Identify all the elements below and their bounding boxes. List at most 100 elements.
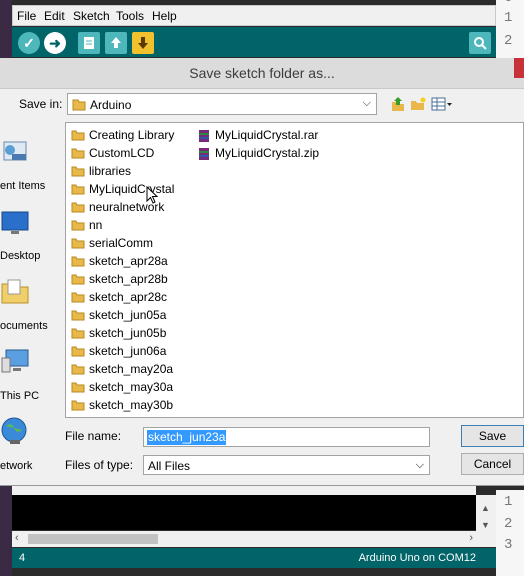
place-desktop[interactable]: Desktop bbox=[0, 206, 62, 272]
new-folder-button[interactable] bbox=[409, 95, 427, 113]
save-in-value: Arduino bbox=[90, 98, 132, 112]
scroll-down-icon[interactable]: ▼ bbox=[481, 520, 490, 530]
arrow-right-icon: ➜ bbox=[49, 34, 61, 51]
view-menu-button[interactable] bbox=[429, 95, 455, 113]
folder-name: MyLiquidCrystal bbox=[89, 182, 175, 196]
console-horizontal-scrollbar[interactable]: ‹ › bbox=[12, 531, 476, 547]
folder-item[interactable]: sketch_jun06a bbox=[66, 342, 186, 360]
place-label: Desktop bbox=[0, 250, 41, 262]
page-icon bbox=[84, 37, 94, 49]
place-recent-items[interactable]: ent Items bbox=[0, 136, 62, 202]
folder-item[interactable]: sketch_may30a bbox=[66, 378, 186, 396]
folder-item[interactable]: sketch_jun05b bbox=[66, 324, 186, 342]
place-label: ocuments bbox=[0, 320, 48, 332]
serial-monitor-button[interactable] bbox=[469, 32, 491, 54]
line-number: 1 bbox=[504, 494, 513, 510]
folder-icon bbox=[71, 400, 85, 411]
folder-item[interactable]: sketch_may20a bbox=[66, 360, 186, 378]
menu-help[interactable]: Help bbox=[152, 9, 177, 23]
folder-name: sketch_may30a bbox=[89, 380, 174, 394]
place-label: This PC bbox=[0, 390, 40, 402]
scroll-up-icon[interactable]: ▲ bbox=[481, 503, 490, 513]
new-sketch-button[interactable] bbox=[78, 32, 100, 54]
folder-name: sketch_jun06a bbox=[89, 344, 167, 358]
menu-sketch[interactable]: Sketch bbox=[73, 9, 110, 23]
verify-button[interactable]: ✓ bbox=[18, 32, 40, 54]
folder-item[interactable]: sketch_may30b bbox=[66, 396, 186, 414]
scroll-right-icon[interactable]: › bbox=[469, 532, 473, 544]
folder-icon bbox=[71, 274, 85, 285]
folder-item[interactable]: libraries bbox=[66, 162, 186, 180]
place-documents[interactable]: ocuments bbox=[0, 276, 62, 342]
folder-item[interactable]: sketch_apr28c bbox=[66, 288, 186, 306]
recent-items-icon bbox=[3, 141, 27, 161]
folder-icon bbox=[72, 99, 86, 111]
save-in-label: Save in: bbox=[19, 97, 63, 111]
file-name-value: sketch_jun23a bbox=[147, 430, 227, 445]
archive-file-item[interactable]: MyLiquidCrystal.zip bbox=[192, 144, 342, 162]
menu-tools[interactable]: Tools bbox=[116, 9, 144, 23]
folder-item[interactable]: CustomLCD bbox=[66, 144, 186, 162]
save-dialog: Save sketch folder as... Save in: Arduin… bbox=[0, 58, 524, 486]
folder-name: sketch_jun05a bbox=[89, 308, 167, 322]
folder-item[interactable]: MyLiquidCrystal bbox=[66, 180, 186, 198]
save-button[interactable]: Save bbox=[461, 425, 524, 447]
mouse-cursor-icon bbox=[146, 186, 158, 204]
folder-item[interactable]: sketch_apr28b bbox=[66, 270, 186, 288]
folder-item[interactable]: serialComm bbox=[66, 234, 186, 252]
checkmark-icon: ✓ bbox=[23, 34, 35, 51]
places-bar: ent Items Desktop ocuments This PC etwor… bbox=[0, 124, 62, 472]
upload-button[interactable]: ➜ bbox=[44, 32, 66, 54]
editor-line-gutter-bottom: 1 2 3 bbox=[496, 490, 524, 576]
console-output bbox=[12, 495, 476, 530]
status-bar: 4 Arduino Uno on COM12 bbox=[12, 548, 496, 568]
open-sketch-button[interactable] bbox=[105, 32, 127, 54]
folder-icon bbox=[71, 382, 85, 393]
archive-file-item[interactable]: MyLiquidCrystal.rar bbox=[192, 126, 342, 144]
folder-icon bbox=[71, 256, 85, 267]
save-in-dropdown[interactable]: Arduino ⌵ bbox=[67, 93, 377, 115]
console-vertical-scrollbar[interactable]: ▲ ▼ bbox=[476, 495, 496, 547]
folder-icon bbox=[71, 238, 85, 249]
desktop-icon bbox=[1, 211, 29, 234]
status-line-number: 4 bbox=[19, 552, 26, 564]
file-type-select[interactable]: All Files ⌵ bbox=[143, 455, 430, 475]
folder-icon bbox=[71, 310, 85, 321]
menu-edit[interactable]: Edit bbox=[44, 9, 65, 23]
menu-bar: File Edit Sketch Tools Help bbox=[12, 5, 496, 26]
file-type-label: Files of type: bbox=[65, 458, 134, 472]
folder-name: Creating Library bbox=[89, 128, 175, 142]
network-globe-icon bbox=[1, 417, 27, 444]
up-folder-button[interactable] bbox=[389, 95, 407, 113]
line-number: 6 bbox=[504, 0, 512, 6]
line-number: 3 bbox=[504, 537, 513, 553]
file-type-value: All Files bbox=[148, 459, 191, 473]
save-sketch-button[interactable] bbox=[132, 32, 154, 54]
new-folder-icon bbox=[411, 97, 426, 110]
folder-name: sketch_may30b bbox=[89, 398, 174, 412]
folder-item[interactable]: nn bbox=[66, 216, 186, 234]
scroll-left-icon[interactable]: ‹ bbox=[15, 532, 19, 544]
line-number: 2 bbox=[504, 33, 513, 49]
menu-file[interactable]: File bbox=[17, 9, 36, 23]
folder-icon bbox=[71, 328, 85, 339]
chevron-down-icon: ⌵ bbox=[362, 97, 371, 109]
file-name-input[interactable]: sketch_jun23a bbox=[143, 427, 430, 447]
place-this-pc[interactable]: This PC bbox=[0, 346, 62, 412]
dialog-titlebar[interactable]: Save sketch folder as... bbox=[0, 58, 524, 89]
folder-item[interactable]: sketch_apr28a bbox=[66, 252, 186, 270]
scrollbar-thumb[interactable] bbox=[28, 534, 158, 544]
folder-item[interactable]: sketch_jun05a bbox=[66, 306, 186, 324]
cancel-button[interactable]: Cancel bbox=[461, 453, 524, 475]
folder-icon bbox=[71, 130, 85, 141]
close-button[interactable] bbox=[514, 58, 524, 78]
folder-name: serialComm bbox=[89, 236, 154, 250]
arrow-up-icon bbox=[111, 37, 121, 48]
folder-item[interactable]: neuralnetwork bbox=[66, 198, 186, 216]
archive-icon bbox=[199, 148, 209, 160]
file-list[interactable]: Creating Library CustomLCD libraries MyLiqu… bbox=[65, 122, 524, 418]
dialog-title: Save sketch folder as... bbox=[189, 65, 335, 81]
place-network[interactable]: etwork bbox=[0, 416, 62, 482]
folder-name: sketch_may20a bbox=[89, 362, 174, 376]
folder-item[interactable]: Creating Library bbox=[66, 126, 186, 144]
